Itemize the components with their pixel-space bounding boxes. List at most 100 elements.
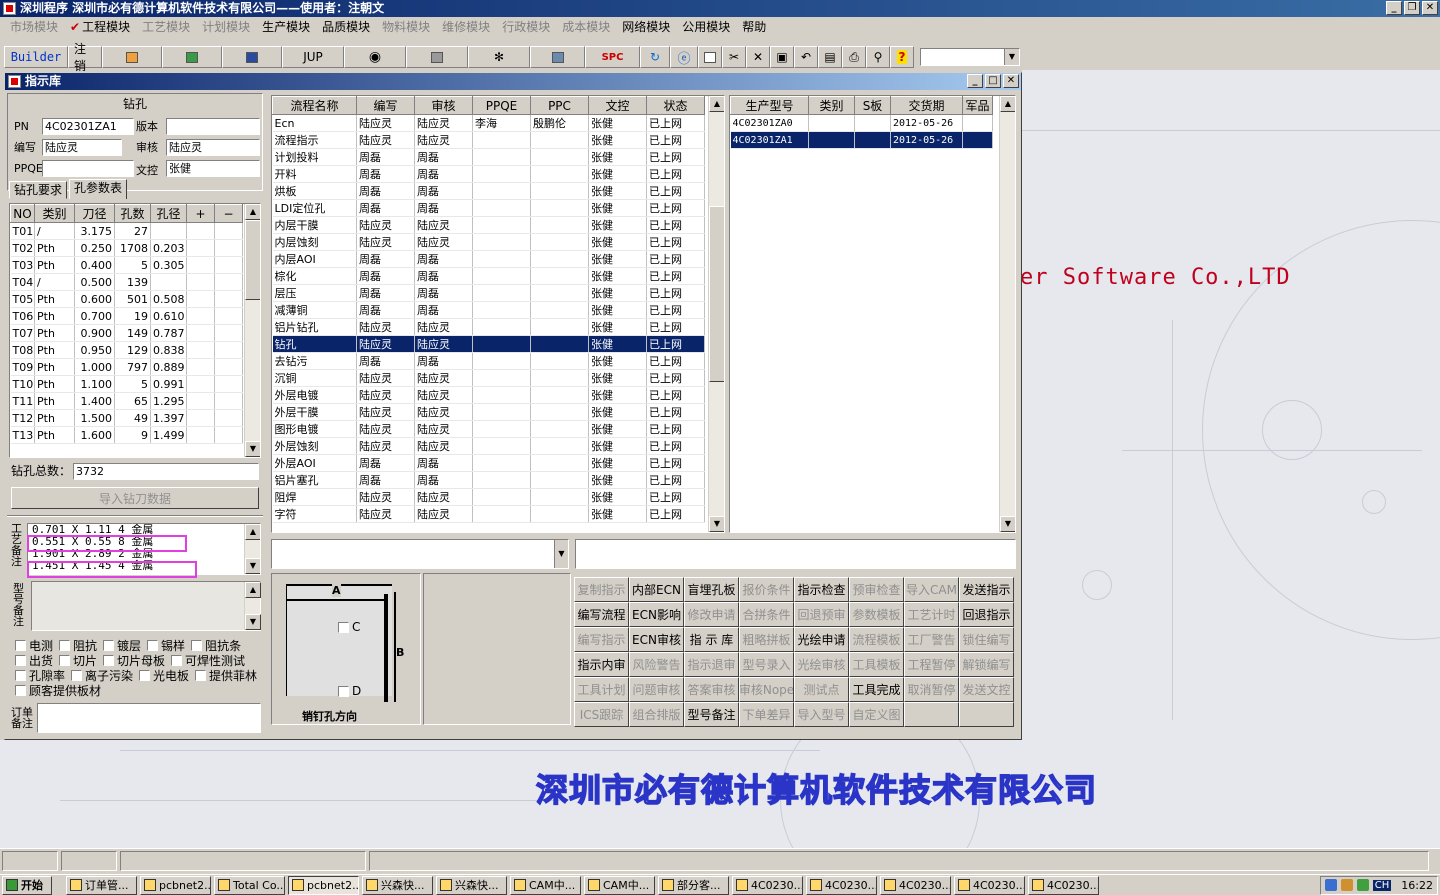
hole-row[interactable]: T01/3.175 27: [10, 222, 243, 240]
action-button-44[interactable]: 导入型号: [794, 702, 849, 727]
import-drill-data-button[interactable]: 导入钻刀数据: [11, 487, 259, 509]
action-button-30[interactable]: 工程暂停: [904, 652, 959, 677]
flow-column-header[interactable]: PPQE: [472, 96, 531, 115]
scroll-up-arrow[interactable]: ▲: [245, 204, 260, 220]
help-button[interactable]: ?: [890, 46, 914, 68]
action-button-27[interactable]: 型号录入: [739, 652, 794, 677]
menu-item-9[interactable]: 成本模块: [556, 17, 616, 37]
action-button-20[interactable]: 光绘申请: [794, 627, 849, 652]
refresh-button[interactable]: ↻: [640, 46, 670, 68]
writer-field[interactable]: 陆应灵: [42, 139, 122, 156]
flow-row[interactable]: 字符 陆应灵 陆应灵 张健 已上网: [272, 505, 705, 523]
hole-row[interactable]: T08 Pth 0.950 129 0.838: [10, 341, 243, 359]
action-button-47[interactable]: [959, 702, 1014, 727]
logout-button[interactable]: 注销: [68, 42, 102, 73]
hole-row[interactable]: T05 Pth 0.600 501 0.508: [10, 290, 243, 308]
scroll-up-arrow[interactable]: ▲: [245, 524, 260, 540]
window-minimize-button[interactable]: _: [967, 74, 983, 88]
order-notes-field[interactable]: [37, 703, 261, 733]
scroll-down-arrow[interactable]: ▼: [245, 558, 260, 574]
network-tray-icon[interactable]: [1324, 879, 1337, 891]
action-button-38[interactable]: 取消暂停: [904, 677, 959, 702]
taskbar-item[interactable]: 兴森快...: [436, 875, 507, 895]
action-button-45[interactable]: 自定义图: [849, 702, 904, 727]
checkbox-box[interactable]: [59, 655, 71, 666]
option-checkbox[interactable]: 切片母板: [103, 653, 165, 668]
action-button-8[interactable]: 编写流程: [574, 602, 629, 627]
menu-item-1[interactable]: ✔ 工程模块: [64, 17, 136, 37]
find-button[interactable]: ⚲: [866, 46, 890, 68]
checkbox-box[interactable]: [15, 685, 26, 696]
printer-setup-button[interactable]: [530, 46, 585, 68]
action-button-29[interactable]: 工具模板: [849, 652, 904, 677]
action-button-35[interactable]: 审核Nope: [739, 677, 794, 702]
save-button[interactable]: ▣: [770, 46, 794, 68]
minimize-button[interactable]: _: [1386, 1, 1402, 15]
menu-item-12[interactable]: 帮助: [736, 17, 772, 37]
flow-row[interactable]: 烘板 周磊 周磊 张健 已上网: [272, 182, 705, 200]
model-row[interactable]: 4C02301ZA1 2012-05-26: [730, 131, 993, 149]
print-button[interactable]: ⎙: [842, 46, 866, 68]
menu-item-10[interactable]: 网络模块: [616, 17, 676, 37]
checkbox-box[interactable]: [139, 670, 151, 681]
network-button[interactable]: ✻: [468, 46, 530, 68]
checkbox-box[interactable]: [71, 670, 83, 681]
action-button-9[interactable]: ECN影响: [629, 602, 684, 627]
model-column-header[interactable]: S板: [854, 96, 891, 115]
window-close-button[interactable]: ✕: [1003, 74, 1019, 88]
pin-d-checkbox[interactable]: [338, 685, 349, 697]
scroll-down-arrow[interactable]: ▼: [1000, 516, 1015, 532]
action-button-25[interactable]: 风险警告: [629, 652, 684, 677]
flow-column-header[interactable]: 流程名称: [272, 96, 357, 115]
taskbar-item[interactable]: CAM中...: [510, 875, 581, 895]
hole-row[interactable]: T03 Pth 0.400 5 0.305: [10, 256, 243, 274]
spc-button[interactable]: SPC: [585, 46, 640, 68]
process-notes-scrollbar[interactable]: ▲ ▼: [244, 524, 260, 574]
scroll-up-arrow[interactable]: ▲: [245, 582, 261, 598]
hole-row[interactable]: T07 Pth 0.900 149 0.787: [10, 324, 243, 342]
action-button-7[interactable]: 发送指示: [959, 577, 1014, 602]
action-button-34[interactable]: 答案审核: [684, 677, 739, 702]
input-language[interactable]: CH: [1372, 879, 1392, 891]
delete-button[interactable]: ✕: [746, 46, 770, 68]
hole-row[interactable]: T06 Pth 0.700 19 0.610: [10, 307, 243, 325]
menu-item-5[interactable]: 品质模块: [316, 17, 376, 37]
model-notes-field[interactable]: ▲ ▼: [31, 581, 261, 631]
toolbar-combo[interactable]: [920, 48, 1020, 66]
taskbar-item[interactable]: CAM中...: [584, 875, 655, 895]
word-button[interactable]: [222, 46, 282, 68]
taskbar-item[interactable]: 4C0230...: [1028, 875, 1099, 895]
flow-table-scrollbar[interactable]: ▲ ▼: [708, 96, 724, 532]
model-column-header[interactable]: 类别: [808, 96, 855, 115]
taskbar-item[interactable]: 4C0230...: [732, 875, 803, 895]
checkbox-box[interactable]: [103, 655, 115, 666]
taskbar-item[interactable]: 4C0230...: [880, 875, 951, 895]
action-button-23[interactable]: 锁住编写: [959, 627, 1014, 652]
model-column-header[interactable]: 交货期: [890, 96, 963, 115]
restore-button[interactable]: ❐: [1404, 1, 1420, 15]
flow-row[interactable]: 去钻污 周磊 周磊 张健 已上网: [272, 352, 705, 370]
menu-item-0[interactable]: 市场模块: [4, 17, 64, 37]
action-button-15[interactable]: 回退指示: [959, 602, 1014, 627]
flow-filter-combo[interactable]: ▼: [271, 539, 569, 569]
checkbox-box[interactable]: [15, 670, 26, 681]
hole-row[interactable]: T12 Pth 1.500 49 1.397: [10, 409, 243, 427]
action-button-10[interactable]: 修改申请: [684, 602, 739, 627]
flow-row[interactable]: 内层AOI 周磊 周磊 张健 已上网: [272, 250, 705, 268]
scroll-down-arrow[interactable]: ▼: [709, 516, 724, 532]
flow-row[interactable]: 内层蚀刻 陆应灵 陆应灵 张健 已上网: [272, 233, 705, 251]
taskbar-item[interactable]: pcbnet2...: [288, 875, 359, 895]
new-button[interactable]: [698, 46, 722, 68]
scroll-down-arrow[interactable]: ▼: [245, 441, 260, 457]
action-button-11[interactable]: 合拼条件: [739, 602, 794, 627]
action-button-4[interactable]: 指示检查: [794, 577, 849, 602]
undo-button[interactable]: ↶: [794, 46, 818, 68]
action-button-0[interactable]: 复制指示: [574, 577, 629, 602]
flow-row[interactable]: 钻孔 陆应灵 陆应灵 张健 已上网: [272, 335, 705, 353]
flow-row[interactable]: Ecn 陆应灵 陆应灵 李海 殷鹏伦 张健 已上网: [272, 114, 705, 132]
window-maximize-button[interactable]: □: [985, 74, 1001, 88]
menu-item-2[interactable]: 工艺模块: [136, 17, 196, 37]
preview-button[interactable]: ▤: [818, 46, 842, 68]
checkbox-box[interactable]: [59, 640, 71, 651]
checkbox-box[interactable]: [191, 640, 203, 651]
